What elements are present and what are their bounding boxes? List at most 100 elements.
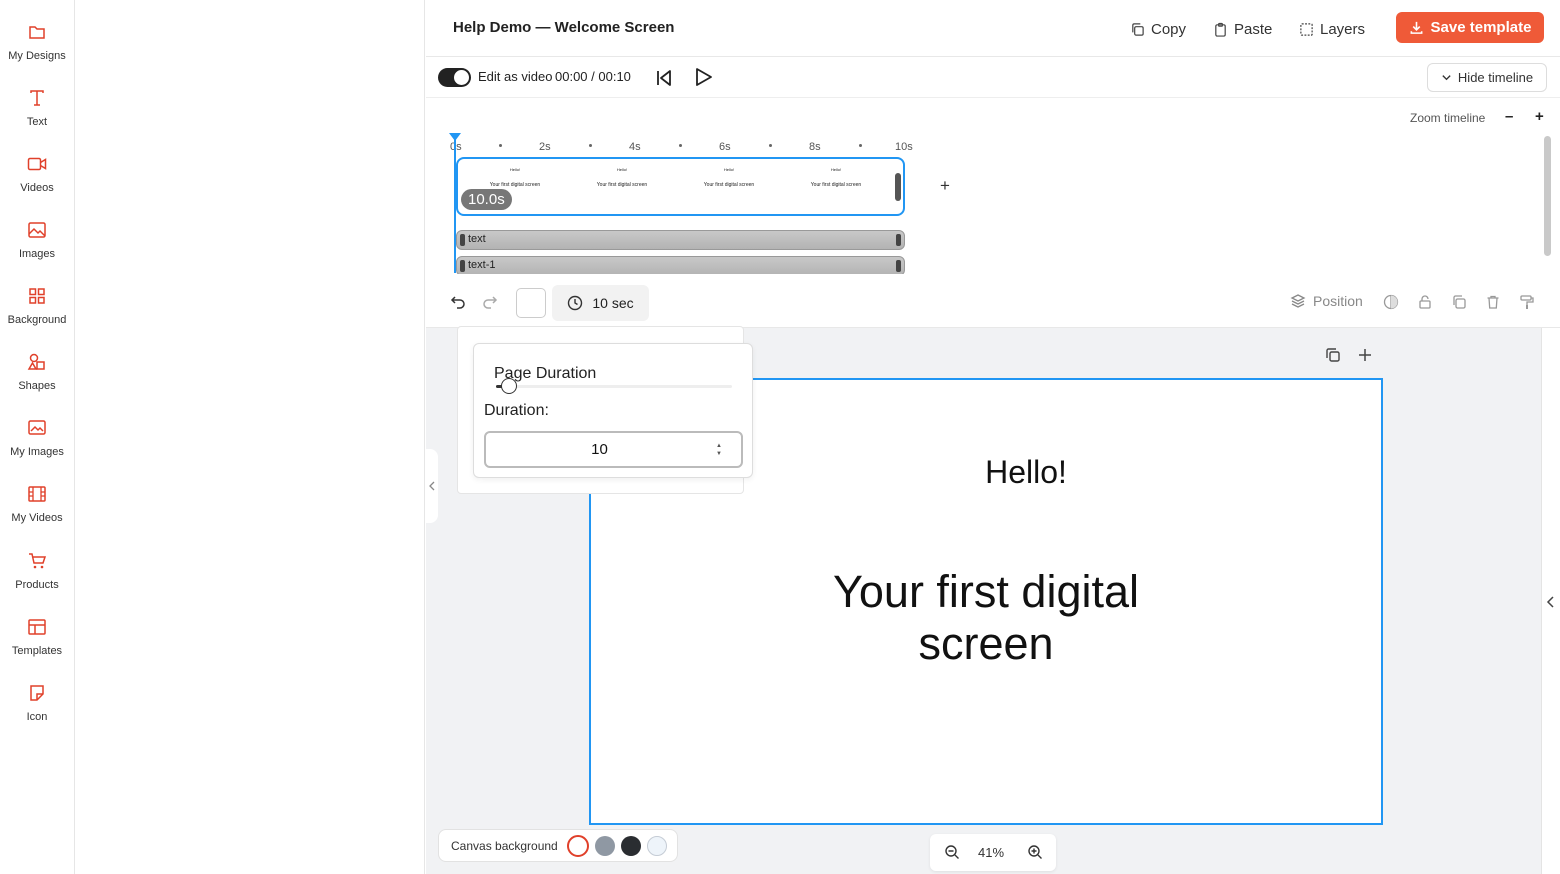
- position-label: Position: [1313, 293, 1363, 309]
- sidebar-item-label: Products: [15, 579, 59, 591]
- sidebar-item-label: My Images: [10, 446, 64, 458]
- sidebar-item-background[interactable]: Background: [0, 286, 74, 346]
- left-sidebar: My Designs Text Videos Images Background…: [0, 0, 75, 874]
- sidebar-item-products[interactable]: Products: [0, 551, 74, 611]
- redo-icon[interactable]: [482, 294, 498, 310]
- layer-handle-right[interactable]: [896, 234, 901, 246]
- page-duration-badge: 10.0s: [461, 189, 512, 210]
- canvas-background-label: Canvas background: [451, 839, 558, 853]
- canvas-body-text[interactable]: Your first digital screen: [591, 566, 1381, 670]
- layer-name: text: [468, 233, 486, 245]
- save-template-label: Save template: [1430, 19, 1532, 36]
- bg-swatch-gray[interactable]: [595, 836, 615, 856]
- duration-slider[interactable]: [496, 385, 732, 388]
- time-display: 00:00 / 00:10: [555, 69, 631, 84]
- canvas-background-panel: Canvas background: [438, 829, 678, 862]
- sidebar-item-label: Shapes: [18, 380, 56, 392]
- video-bar: Edit as video 00:00 / 00:10 Hide timelin…: [426, 57, 1560, 98]
- duration-input[interactable]: [484, 431, 743, 468]
- thumbnail-body: Your first digital screen: [489, 182, 541, 188]
- sidebar-item-my-videos[interactable]: My Videos: [0, 484, 74, 544]
- undo-icon[interactable]: [450, 294, 466, 310]
- zoom-in-icon[interactable]: [1027, 844, 1043, 860]
- edit-as-video-label: Edit as video: [478, 69, 553, 84]
- chevron-left-icon: [428, 481, 434, 491]
- timeline-tick-dot: [769, 144, 772, 147]
- layer-handle-right[interactable]: [896, 260, 901, 272]
- page-thumbnail: Hello! Your first digital screen: [699, 167, 759, 188]
- hide-timeline-button[interactable]: Hide timeline: [1427, 63, 1547, 92]
- save-template-button[interactable]: Save template: [1396, 12, 1544, 43]
- layer-track[interactable]: text-1: [456, 256, 905, 276]
- add-page-button[interactable]: +: [940, 176, 950, 196]
- sticker-icon: [30, 685, 44, 701]
- page-resize-handle[interactable]: [895, 173, 901, 201]
- copy-label: Copy: [1151, 20, 1187, 38]
- layers-stack-icon: [1290, 294, 1306, 308]
- page-track[interactable]: Hello! Your first digital screen Hello! …: [456, 157, 905, 216]
- chevron-left-icon[interactable]: [1546, 596, 1556, 608]
- copy-button[interactable]: Copy: [1130, 18, 1186, 40]
- side-panel: [75, 0, 425, 874]
- timeline-tick-dot: [499, 144, 502, 147]
- bg-swatch-white[interactable]: [567, 835, 589, 857]
- timeline-tick: 2s: [539, 141, 551, 153]
- duplicate-icon[interactable]: [1451, 294, 1467, 310]
- timeline-tick: 6s: [719, 141, 731, 153]
- duration-stepper[interactable]: ▲ ▼: [716, 442, 722, 458]
- transparency-icon[interactable]: [1383, 294, 1399, 310]
- skip-back-icon[interactable]: [654, 68, 674, 88]
- right-panel-strip: [1541, 328, 1560, 874]
- page-thumbnail: Hello! Your first digital screen: [485, 167, 545, 188]
- timeline-tick: 8s: [809, 141, 821, 153]
- duplicate-page-icon[interactable]: [1324, 346, 1342, 364]
- page-color-swatch[interactable]: [516, 288, 546, 318]
- sidebar-item-videos[interactable]: Videos: [0, 154, 74, 214]
- bg-swatch-dark[interactable]: [621, 836, 641, 856]
- sidebar-item-text[interactable]: Text: [0, 88, 74, 148]
- sidebar-item-label: My Designs: [8, 50, 66, 62]
- sidebar-item-label: Text: [26, 116, 48, 128]
- sidebar-item-templates[interactable]: Templates: [0, 617, 74, 677]
- trash-icon[interactable]: [1485, 294, 1501, 310]
- layers-icon: [1300, 22, 1313, 36]
- sidebar-item-shapes[interactable]: Shapes: [0, 352, 74, 412]
- zoom-timeline-out-button[interactable]: –: [1505, 108, 1513, 125]
- layer-track[interactable]: text: [456, 230, 905, 250]
- page-duration-popover: Page Duration Duration: ▲▼: [473, 343, 753, 478]
- duration-button[interactable]: 10 sec: [552, 285, 649, 321]
- sidebar-item-label: Icon: [26, 711, 48, 723]
- zoom-out-icon[interactable]: [944, 844, 960, 860]
- layer-handle-left[interactable]: [460, 260, 465, 272]
- sidebar-item-my-images[interactable]: My Images: [0, 418, 74, 478]
- zoom-timeline-in-button[interactable]: +: [1535, 108, 1544, 125]
- position-button[interactable]: Position: [1290, 293, 1363, 309]
- lock-icon[interactable]: [1417, 294, 1433, 310]
- paste-button[interactable]: Paste: [1213, 18, 1272, 40]
- playhead[interactable]: [454, 133, 456, 273]
- play-icon[interactable]: [692, 66, 714, 88]
- sidebar-item-icon[interactable]: Icon: [0, 683, 74, 743]
- page-title: Help Demo — Welcome Screen: [453, 19, 675, 36]
- zoom-value: 41%: [978, 845, 1005, 860]
- add-page-icon[interactable]: [1356, 346, 1374, 364]
- layers-button[interactable]: Layers: [1299, 18, 1365, 40]
- edit-as-video-toggle[interactable]: [438, 68, 471, 87]
- layer-handle-left[interactable]: [460, 234, 465, 246]
- text-icon: [30, 90, 44, 106]
- timeline: Zoom timeline – + 0s 2s 4s 6s 8s 10s Hel…: [426, 98, 1560, 276]
- sidebar-item-my-designs[interactable]: My Designs: [0, 22, 74, 82]
- paint-roller-icon[interactable]: [1519, 294, 1535, 310]
- image-icon: [28, 222, 46, 238]
- duration-slider-knob[interactable]: [501, 378, 517, 394]
- page-thumbnail: Hello! Your first digital screen: [592, 167, 652, 188]
- cart-icon: [29, 553, 47, 569]
- timeline-tick: 4s: [629, 141, 641, 153]
- timeline-scrollbar[interactable]: [1544, 136, 1551, 256]
- template-icon: [28, 619, 46, 635]
- page-thumbnail: Hello! Your first digital screen: [806, 167, 866, 188]
- sidebar-item-images[interactable]: Images: [0, 220, 74, 280]
- bg-swatch-light[interactable]: [647, 836, 667, 856]
- collapse-panel-tab[interactable]: [425, 449, 438, 523]
- duration-label: Duration:: [484, 402, 549, 419]
